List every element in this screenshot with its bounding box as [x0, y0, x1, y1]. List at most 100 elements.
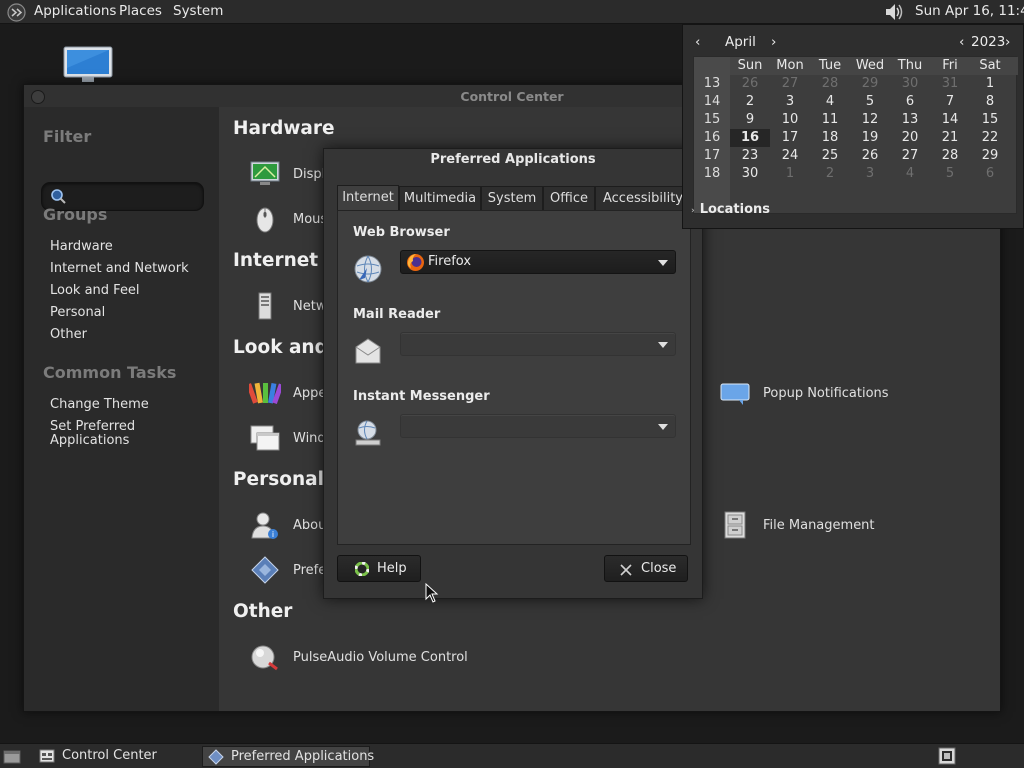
calendar-day[interactable]: 2 [810, 165, 850, 183]
calendar-day[interactable]: 28 [930, 147, 970, 165]
applications-menu-icon[interactable] [7, 3, 26, 22]
calendar-day[interactable]: 30 [890, 75, 930, 93]
next-month-icon[interactable]: › [771, 34, 776, 50]
calendar-day[interactable]: 4 [810, 93, 850, 111]
preferred-apps-icon [251, 556, 279, 584]
task-set-preferred-applications[interactable]: Set Preferred Applications [50, 420, 135, 448]
calendar-day[interactable]: 31 [930, 75, 970, 93]
calendar-day[interactable]: 24 [770, 147, 810, 165]
calendar-day[interactable]: 15 [970, 111, 1010, 129]
show-desktop-icon[interactable] [1, 747, 23, 766]
calendar-day[interactable]: 29 [970, 147, 1010, 165]
weekday-sat: Sat [979, 58, 1001, 73]
calendar-day[interactable]: 23 [730, 147, 770, 165]
taskbar-control-center[interactable]: Control Center [34, 746, 200, 767]
calendar-day[interactable]: 30 [730, 165, 770, 183]
calendar-day[interactable]: 11 [810, 111, 850, 129]
group-internet-and-network[interactable]: Internet and Network [50, 262, 189, 276]
week-number: 16 [703, 130, 721, 145]
calendar-day[interactable]: 6 [970, 165, 1010, 183]
menu-applications[interactable]: Applications [34, 3, 116, 19]
close-button[interactable]: Close [604, 555, 688, 582]
calendar-day[interactable]: 10 [770, 111, 810, 129]
volume-icon[interactable] [883, 2, 905, 22]
calendar-day[interactable]: 19 [850, 129, 890, 147]
calendar-day[interactable]: 26 [850, 147, 890, 165]
task-change-theme[interactable]: Change Theme [50, 398, 149, 412]
tab-system[interactable]: System [481, 186, 543, 210]
common-tasks-heading: Common Tasks [43, 363, 177, 382]
calendar-day[interactable]: 3 [770, 93, 810, 111]
mail-reader-icon [355, 338, 381, 364]
groups-heading: Groups [43, 205, 108, 224]
prev-month-icon[interactable]: ‹ [695, 34, 700, 50]
sidebar: Filter Groups Hardware Internet and Netw… [24, 107, 219, 711]
prev-year-icon[interactable]: ‹ [959, 34, 964, 50]
group-personal[interactable]: Personal [50, 306, 105, 320]
calendar-day[interactable]: 1 [770, 165, 810, 183]
calendar-day[interactable]: 5 [850, 93, 890, 111]
calendar-day[interactable]: 2 [730, 93, 770, 111]
chevron-down-icon [658, 342, 668, 348]
calendar-day[interactable]: 26 [730, 75, 770, 93]
group-hardware[interactable]: Hardware [50, 240, 113, 254]
clock[interactable]: Sun Apr 16, 11:46 [915, 3, 1024, 19]
network-icon [258, 292, 272, 320]
calendar-day-today[interactable]: 16 [730, 129, 770, 147]
close-icon [620, 564, 632, 576]
calendar-day[interactable]: 27 [890, 147, 930, 165]
windows-icon [250, 425, 280, 451]
instant-messenger-label: Instant Messenger [353, 389, 490, 404]
calendar-day[interactable]: 29 [850, 75, 890, 93]
locations-label: Locations [699, 202, 771, 217]
calendar-day[interactable]: 8 [970, 93, 1010, 111]
tab-accessibility[interactable]: Accessibility [595, 186, 691, 210]
calendar-day[interactable]: 5 [930, 165, 970, 183]
calendar-day[interactable]: 18 [810, 129, 850, 147]
calendar-day[interactable]: 9 [730, 111, 770, 129]
group-other[interactable]: Other [50, 328, 87, 342]
computer-desktop-icon[interactable] [62, 46, 114, 86]
calendar-day[interactable]: 3 [850, 165, 890, 183]
calendar-day[interactable]: 4 [890, 165, 930, 183]
tab-office[interactable]: Office [543, 186, 595, 210]
tab-internet[interactable]: Internet [337, 185, 399, 210]
group-look-and-feel[interactable]: Look and Feel [50, 284, 140, 298]
workspace-switcher-icon[interactable] [937, 746, 957, 766]
week-number: 18 [703, 166, 721, 181]
tab-multimedia[interactable]: Multimedia [399, 186, 481, 210]
taskbar-preferred-applications[interactable]: Preferred Applications [202, 746, 374, 767]
menu-places[interactable]: Places [119, 3, 162, 19]
calendar-nav: ‹ April › ‹ 2023 › [691, 31, 1017, 53]
calendar-day[interactable]: 7 [930, 93, 970, 111]
web-browser-label: Web Browser [353, 225, 450, 240]
calendar-day[interactable]: 1 [970, 75, 1010, 93]
instant-messenger-icon [355, 420, 381, 446]
calendar-day[interactable]: 13 [890, 111, 930, 129]
calendar-day[interactable]: 17 [770, 129, 810, 147]
week-number: 13 [703, 76, 721, 91]
calendar-day[interactable]: 21 [930, 129, 970, 147]
calendar-day[interactable]: 20 [890, 129, 930, 147]
mail-reader-select[interactable] [400, 332, 676, 356]
calendar-day[interactable]: 28 [810, 75, 850, 93]
locations-expander[interactable]: › Locations [691, 202, 770, 217]
mouse-cursor-icon [425, 583, 439, 603]
top-panel: Applications Places System Sun Apr 16, 1… [0, 0, 1024, 24]
chevron-down-icon [658, 424, 668, 430]
calendar-day[interactable]: 27 [770, 75, 810, 93]
calendar-day[interactable]: 12 [850, 111, 890, 129]
instant-messenger-select[interactable] [400, 414, 676, 438]
calendar-day[interactable]: 6 [890, 93, 930, 111]
category-hardware: Hardware [233, 118, 335, 139]
calendar-day[interactable]: 22 [970, 129, 1010, 147]
calendar-day[interactable]: 25 [810, 147, 850, 165]
week-number: 14 [703, 94, 721, 109]
web-browser-select[interactable]: Firefox [400, 250, 676, 274]
next-year-icon[interactable]: › [1005, 34, 1010, 50]
help-button[interactable]: Help [337, 555, 421, 582]
menu-system[interactable]: System [173, 3, 223, 19]
appearance-icon [249, 382, 281, 405]
bottom-panel: Control Center Preferred Applications [0, 743, 1024, 768]
calendar-day[interactable]: 14 [930, 111, 970, 129]
